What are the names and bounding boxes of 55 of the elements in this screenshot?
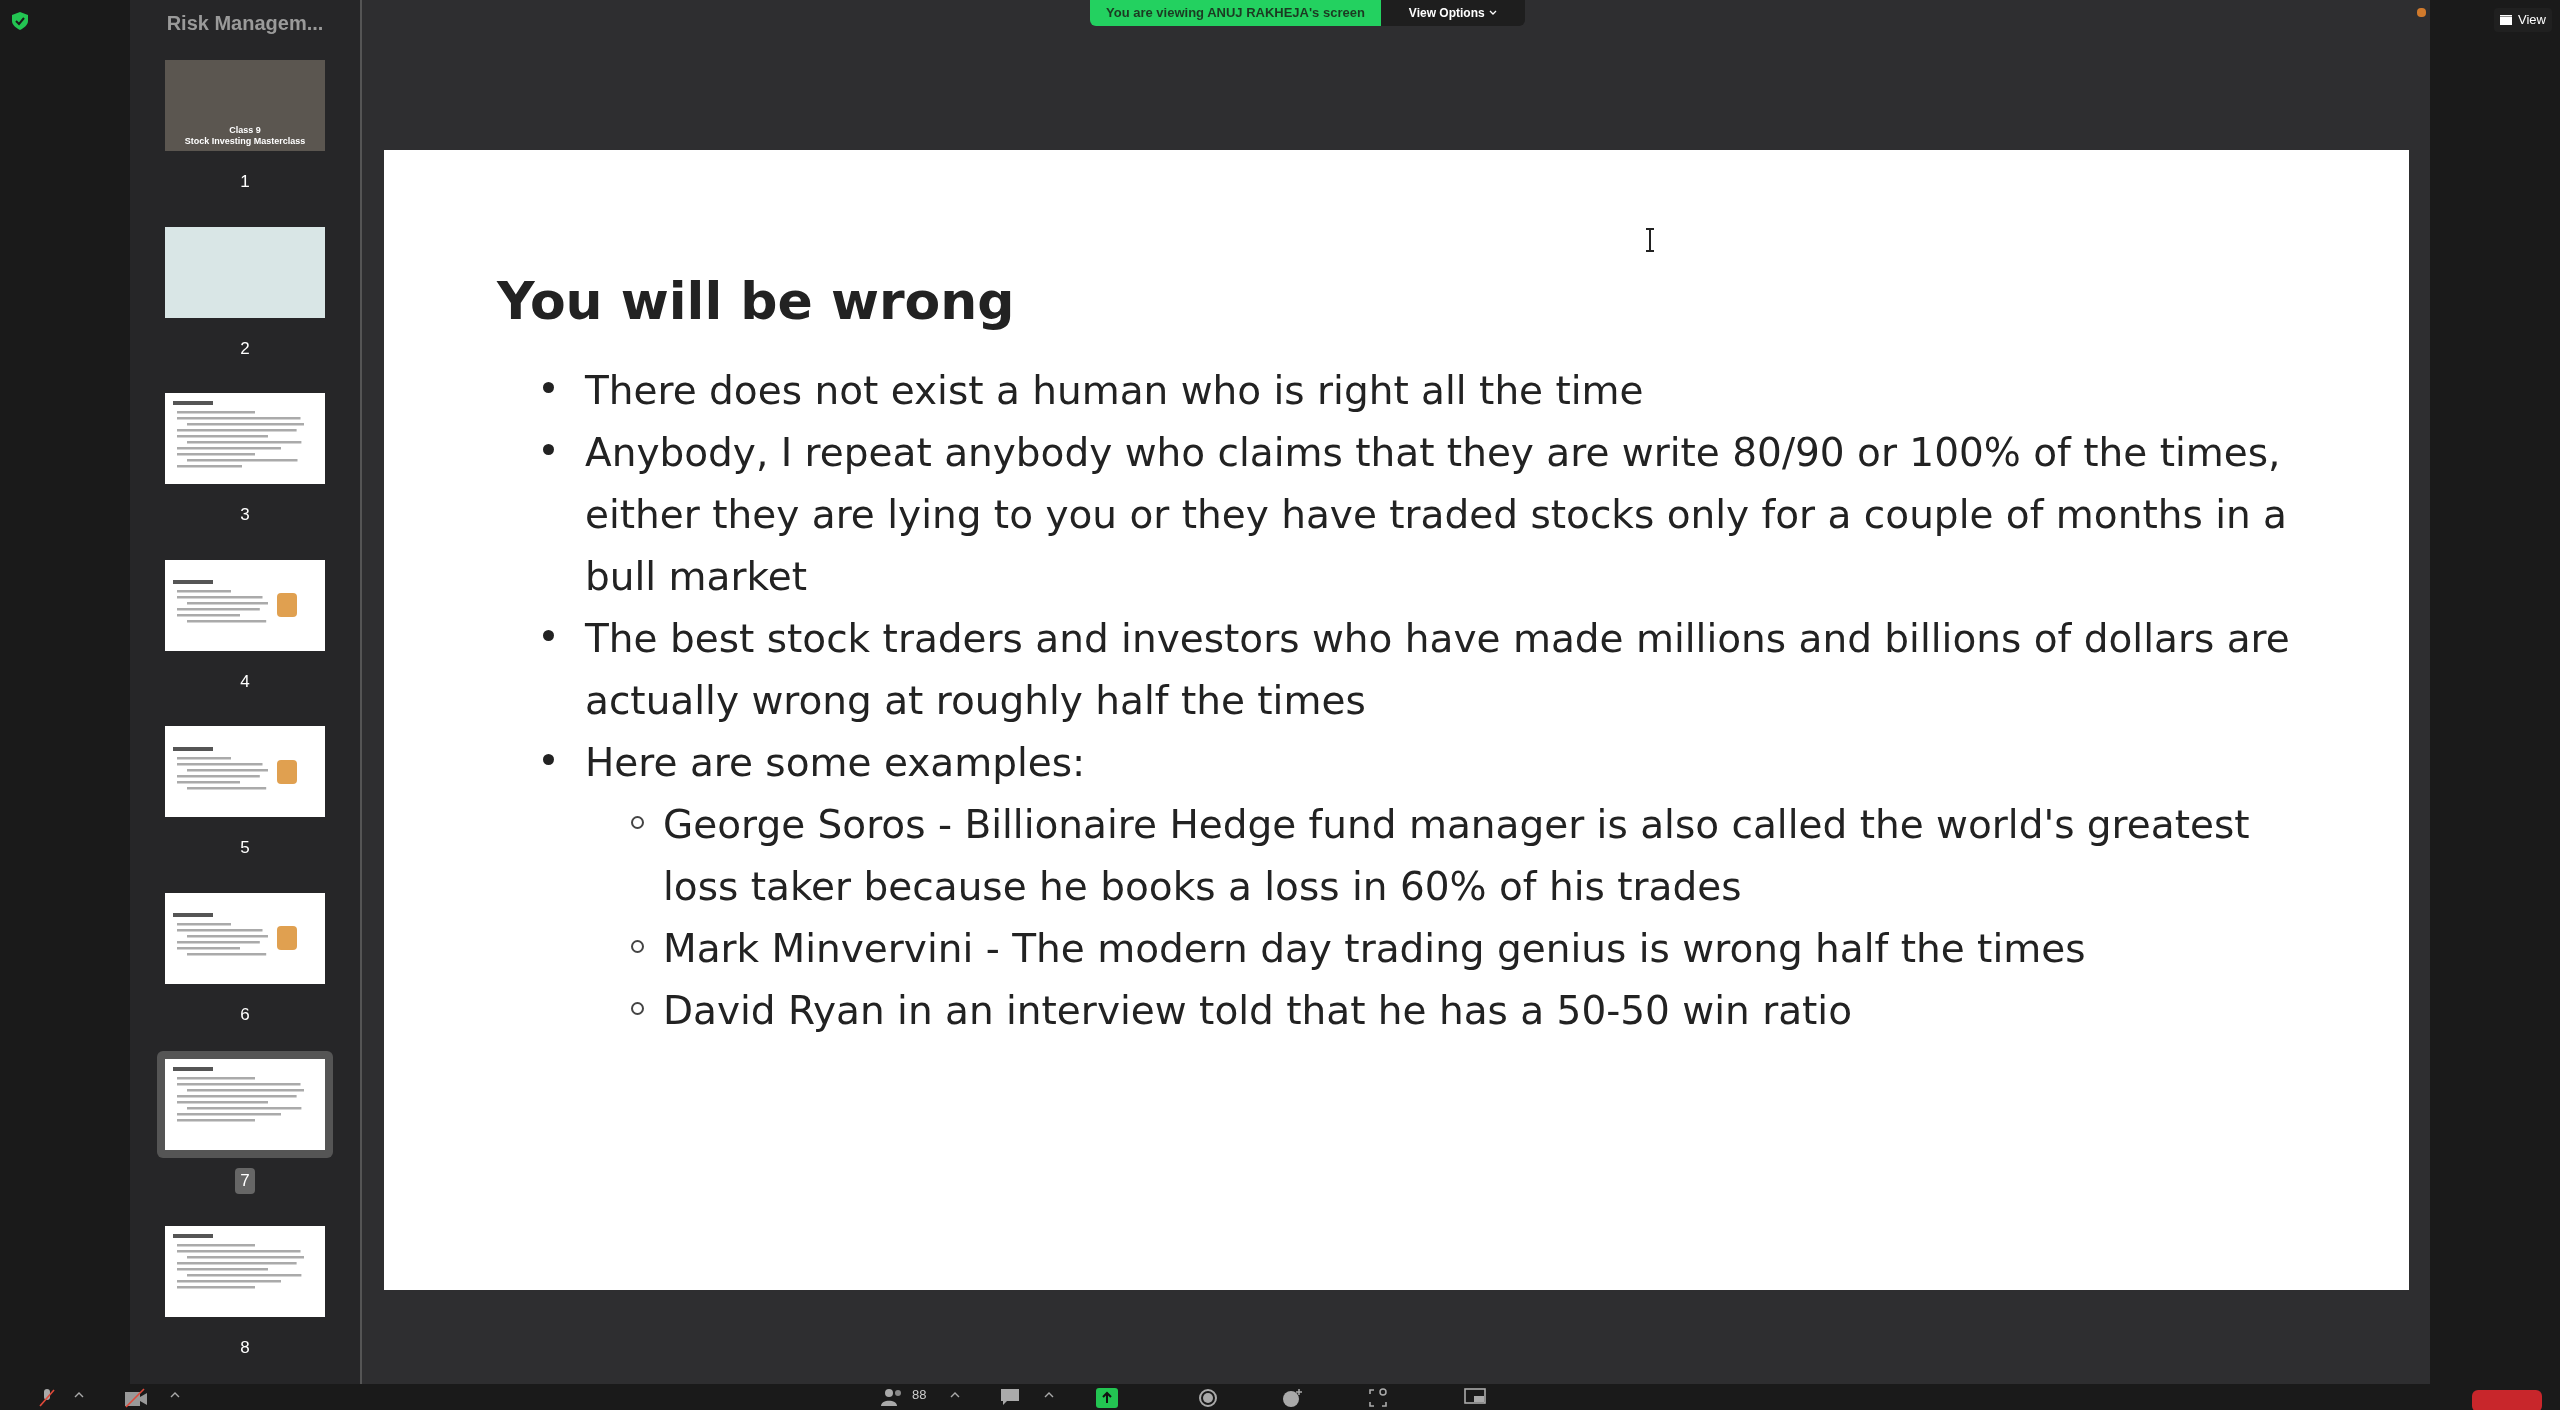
chat-icon[interactable] <box>1000 1388 1021 1406</box>
bullet-icon <box>543 754 554 765</box>
slide-thumbnail[interactable] <box>165 1059 325 1150</box>
participants-count: 88 <box>912 1388 927 1402</box>
slide-thumbnail[interactable] <box>165 393 325 484</box>
slide-number: 3 <box>239 504 251 526</box>
text-cursor-icon <box>1644 228 1656 252</box>
slide-number: 7 <box>235 1168 255 1194</box>
caret-up-icon[interactable] <box>74 1392 84 1398</box>
slide-number: 5 <box>239 837 251 859</box>
sidebar-title: Risk Managem... <box>166 11 324 36</box>
view-button[interactable]: View <box>2494 8 2552 32</box>
screen-share-banner: You are viewing ANUJ RAKHEJA's screen <box>1090 0 1381 26</box>
grid-icon <box>2500 15 2513 25</box>
muted-microphone-icon[interactable] <box>38 1388 56 1408</box>
apps-icon[interactable] <box>1368 1388 1389 1408</box>
bullet-text: There does not exist a human who is right all the time <box>585 367 1644 415</box>
bullet-text: George Soros - Billionaire Hedge fund manager is also called the world's greatest loss taker because he books a loss in 60% of his trades <box>663 801 2251 911</box>
slide-thumbnail[interactable] <box>165 1225 325 1317</box>
share-screen-icon[interactable] <box>1096 1388 1119 1408</box>
bullet-icon <box>631 816 644 829</box>
figure-placeholder <box>277 926 297 950</box>
thumbnail-text: Stock Investing Masterclass <box>184 136 306 147</box>
thumbnail-text: Class 9 <box>229 125 261 136</box>
slide-thumbnail[interactable] <box>165 726 325 817</box>
slide-thumbnail[interactable] <box>165 559 325 651</box>
bullet-text: Here are some examples: <box>585 739 1086 787</box>
slide-title: You will be wrong <box>497 270 1016 333</box>
bullet-icon <box>631 940 644 953</box>
shield-check-icon[interactable] <box>12 12 28 30</box>
slide-thumbnail[interactable]: Class 9 Stock Investing Masterclass <box>165 60 325 151</box>
figure-placeholder <box>277 759 297 784</box>
bullet-icon <box>543 630 554 641</box>
bullet-icon <box>543 444 554 455</box>
bullet-text: Anybody, I repeat anybody who claims that they are write 80/90 or 100% of the times, either they are lying to you or they have traded stocks only for a couple of months in a bull market <box>585 429 2288 601</box>
bullet-text: David Ryan in an interview told that he has a 50-50 win ratio <box>663 987 1853 1035</box>
caret-icon <box>1488 9 1497 16</box>
slide-number: 1 <box>239 171 251 193</box>
slide-number: 2 <box>239 337 251 360</box>
caret-up-icon[interactable] <box>1044 1392 1055 1398</box>
reaction-icon[interactable] <box>1282 1388 1305 1408</box>
slide-number: 4 <box>239 670 251 693</box>
record-icon[interactable] <box>1198 1388 1219 1408</box>
view-options-button[interactable]: View Options <box>1380 0 1525 26</box>
slide-number: 6 <box>239 1003 251 1026</box>
caret-up-icon[interactable] <box>170 1392 180 1398</box>
caret-up-icon[interactable] <box>950 1392 961 1398</box>
bullet-icon <box>543 382 554 393</box>
bullet-icon <box>631 1002 644 1015</box>
bullet-text: Mark Minvervini - The modern day trading genius is wrong half the times <box>663 925 2086 973</box>
figure-placeholder <box>277 593 297 617</box>
slide-number: 8 <box>239 1336 251 1359</box>
bullet-text: The best stock traders and investors who have made millions and billions of dollars are actually wrong at roughly half the times <box>585 615 2291 725</box>
muted-video-icon[interactable] <box>124 1388 148 1408</box>
slide-thumbnail[interactable] <box>165 892 325 984</box>
